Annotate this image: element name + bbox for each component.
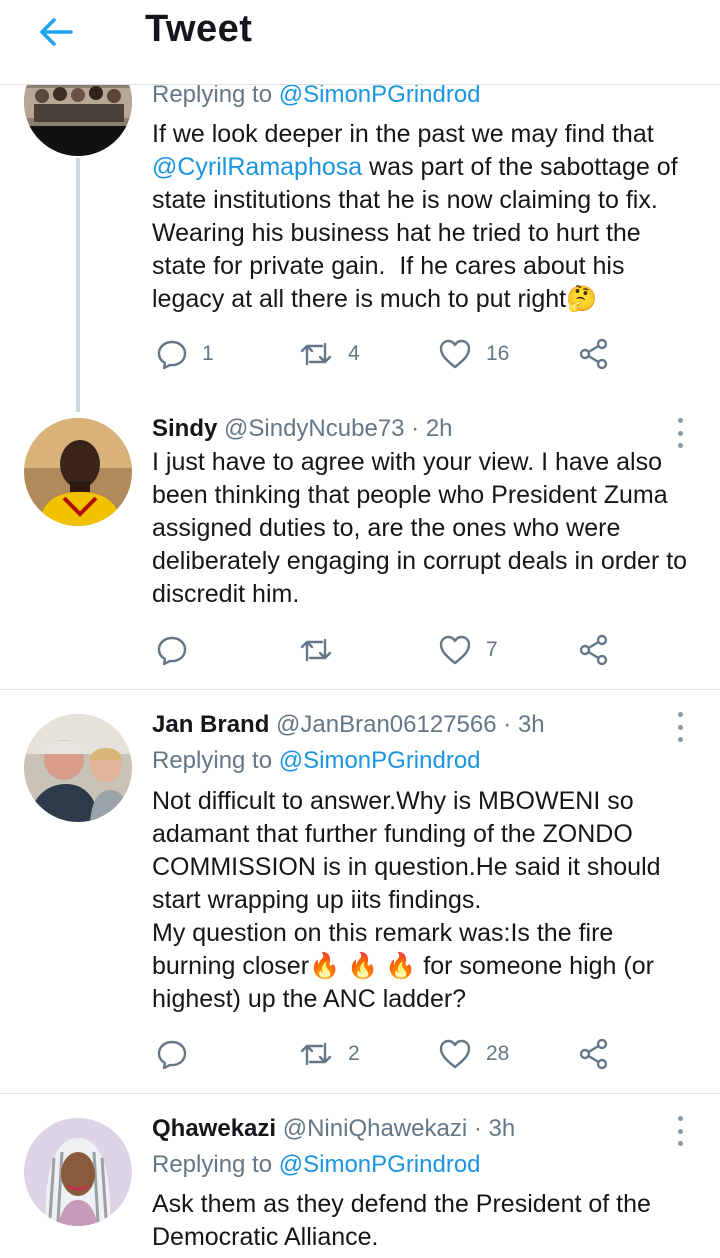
tweet-item[interactable]: Sindy @SindyNcube73 · 2h I just have to … [0,412,720,690]
tweet-text: If we look deeper in the past we may fin… [152,120,678,313]
replying-mention-link[interactable]: @SimonPGrindrod [279,81,481,108]
retweet-count: 2 [348,1042,360,1065]
app-header: Tweet [0,0,720,85]
like-button[interactable]: 28 [438,1036,509,1072]
reply-icon [157,1040,187,1070]
avatar[interactable] [24,418,132,526]
thread-line [76,158,80,412]
reply-button[interactable] [156,1036,202,1072]
tweet-time: 2h [425,415,453,442]
retweet-button[interactable]: 4 [298,336,360,372]
tweet-text: Ask them as they defend the President of… [152,1190,658,1251]
share-button[interactable] [578,1036,610,1072]
author-name[interactable]: Jan Brand [152,711,269,738]
like-count: 7 [486,638,498,661]
tweet-actions: 2 28 [152,1036,652,1072]
back-arrow-icon [40,18,73,46]
like-button[interactable]: 16 [438,336,509,372]
reply-icon [157,340,187,370]
tweet-time: 3h [517,711,545,738]
retweet-button[interactable]: 2 [298,1036,360,1072]
replying-to: Replying to @SimonPGrindrod [152,1151,481,1178]
author-name[interactable]: Qhawekazi [152,1115,276,1142]
tweet-time: 3h [488,1115,516,1142]
avatar[interactable] [24,1118,132,1226]
heart-icon [439,635,471,665]
back-button[interactable] [36,12,76,52]
heart-icon [439,339,471,369]
share-button[interactable] [578,632,610,668]
reply-icon [157,636,187,666]
share-icon [579,634,608,666]
mention-link[interactable]: @CyrilRamaphosa [152,153,362,181]
tweet-author: Sindy @SindyNcube73 · 2h [152,415,453,442]
retweet-button[interactable] [298,632,348,668]
author-handle[interactable]: @NiniQhawekazi [283,1115,467,1142]
tweet-item[interactable]: Qhawekazi @NiniQhawekazi · 3h Replying t… [0,1094,720,1258]
like-button[interactable]: 7 [438,632,498,668]
retweet-count: 4 [348,342,360,365]
share-button[interactable] [578,336,610,372]
tweet-author: Qhawekazi @NiniQhawekazi · 3h [152,1115,516,1142]
more-options-button[interactable] [668,712,692,742]
tweet-item[interactable]: Jan Brand @JanBran06127566 · 3h Replying… [0,690,720,1094]
author-name[interactable]: Sindy [152,415,217,442]
retweet-icon [300,638,332,662]
replying-mention-link[interactable]: @SimonPGrindrod [279,747,481,774]
author-handle[interactable]: @SindyNcube73 [224,415,404,442]
like-count: 16 [486,342,510,365]
tweet-actions: 1 4 16 [152,336,652,372]
retweet-icon [300,1042,332,1066]
like-count: 28 [486,1042,510,1065]
share-icon [579,1038,608,1070]
tweet-author: Jan Brand @JanBran06127566 · 3h [152,711,545,738]
share-icon [579,338,608,370]
tweet-text: I just have to agree with your view. I h… [152,448,695,608]
avatar[interactable] [24,714,132,822]
more-options-button[interactable] [668,418,692,448]
author-handle[interactable]: @JanBran06127566 [276,711,497,738]
reply-button[interactable] [156,632,202,668]
tweet-actions: 7 [152,632,652,668]
tweet-text: Not difficult to answer.Why is MBOWENI s… [152,787,661,1013]
retweet-icon [300,342,332,366]
heart-icon [439,1039,471,1069]
replying-to: Replying to @SimonPGrindrod [152,747,481,774]
replying-mention-link[interactable]: @SimonPGrindrod [279,1151,481,1178]
reply-button[interactable]: 1 [156,336,214,372]
more-options-button[interactable] [668,1116,692,1146]
page-title: Tweet [145,8,253,50]
reply-count: 1 [202,342,214,365]
